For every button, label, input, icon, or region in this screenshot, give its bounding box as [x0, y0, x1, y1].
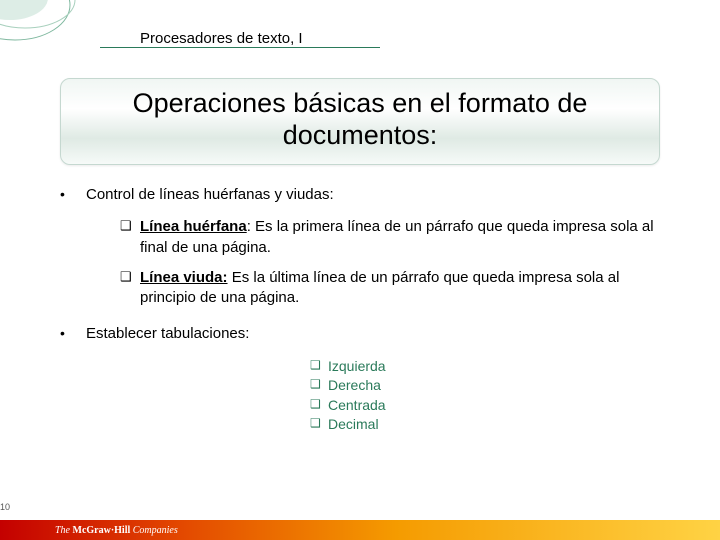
bullet-text: Establecer tabulaciones:	[86, 324, 249, 344]
brand-logo: The McGraw·Hill Companies	[55, 525, 178, 536]
tab-option: ❑Derecha	[310, 376, 670, 396]
bullet-text: Control de líneas huérfanas y viudas:	[86, 185, 334, 205]
corner-decoration	[0, 0, 110, 70]
brand-post: Companies	[130, 525, 178, 536]
square-bullet-icon: ❑	[120, 217, 140, 258]
slide-content: Control de líneas huérfanas y viudas: ❑ …	[60, 185, 670, 435]
tab-option: ❑Izquierda	[310, 357, 670, 377]
square-bullet-icon: ❑	[310, 396, 328, 416]
sub-item: ❑ Línea huérfana: Es la primera línea de…	[120, 217, 670, 258]
bullet-item: Establecer tabulaciones:	[60, 324, 670, 344]
square-bullet-icon: ❑	[120, 268, 140, 309]
tab-label: Izquierda	[328, 357, 386, 377]
header-underline	[100, 47, 380, 48]
brand-pre: The	[55, 525, 73, 536]
slide-title: Operaciones básicas en el formato de doc…	[60, 78, 660, 165]
tab-label: Centrada	[328, 396, 386, 416]
page-number: 10	[0, 502, 10, 512]
square-bullet-icon: ❑	[310, 357, 328, 377]
footer-bar: The McGraw·Hill Companies	[0, 520, 720, 540]
tab-option: ❑Decimal	[310, 415, 670, 435]
square-bullet-icon: ❑	[310, 376, 328, 396]
sub-item-text: Línea viuda: Es la última línea de un pá…	[140, 268, 670, 309]
brand-bold: McGraw·Hill	[73, 525, 131, 536]
sub-item-text: Línea huérfana: Es la primera línea de u…	[140, 217, 670, 258]
tab-option: ❑Centrada	[310, 396, 670, 416]
header-text: Procesadores de texto, I	[140, 30, 303, 47]
square-bullet-icon: ❑	[310, 415, 328, 435]
tab-label: Derecha	[328, 376, 381, 396]
tab-list: ❑Izquierda ❑Derecha ❑Centrada ❑Decimal	[310, 357, 670, 435]
tab-label: Decimal	[328, 415, 379, 435]
bullet-icon	[60, 324, 86, 344]
bullet-icon	[60, 185, 86, 205]
bullet-item: Control de líneas huérfanas y viudas:	[60, 185, 670, 205]
sub-item: ❑ Línea viuda: Es la última línea de un …	[120, 268, 670, 309]
